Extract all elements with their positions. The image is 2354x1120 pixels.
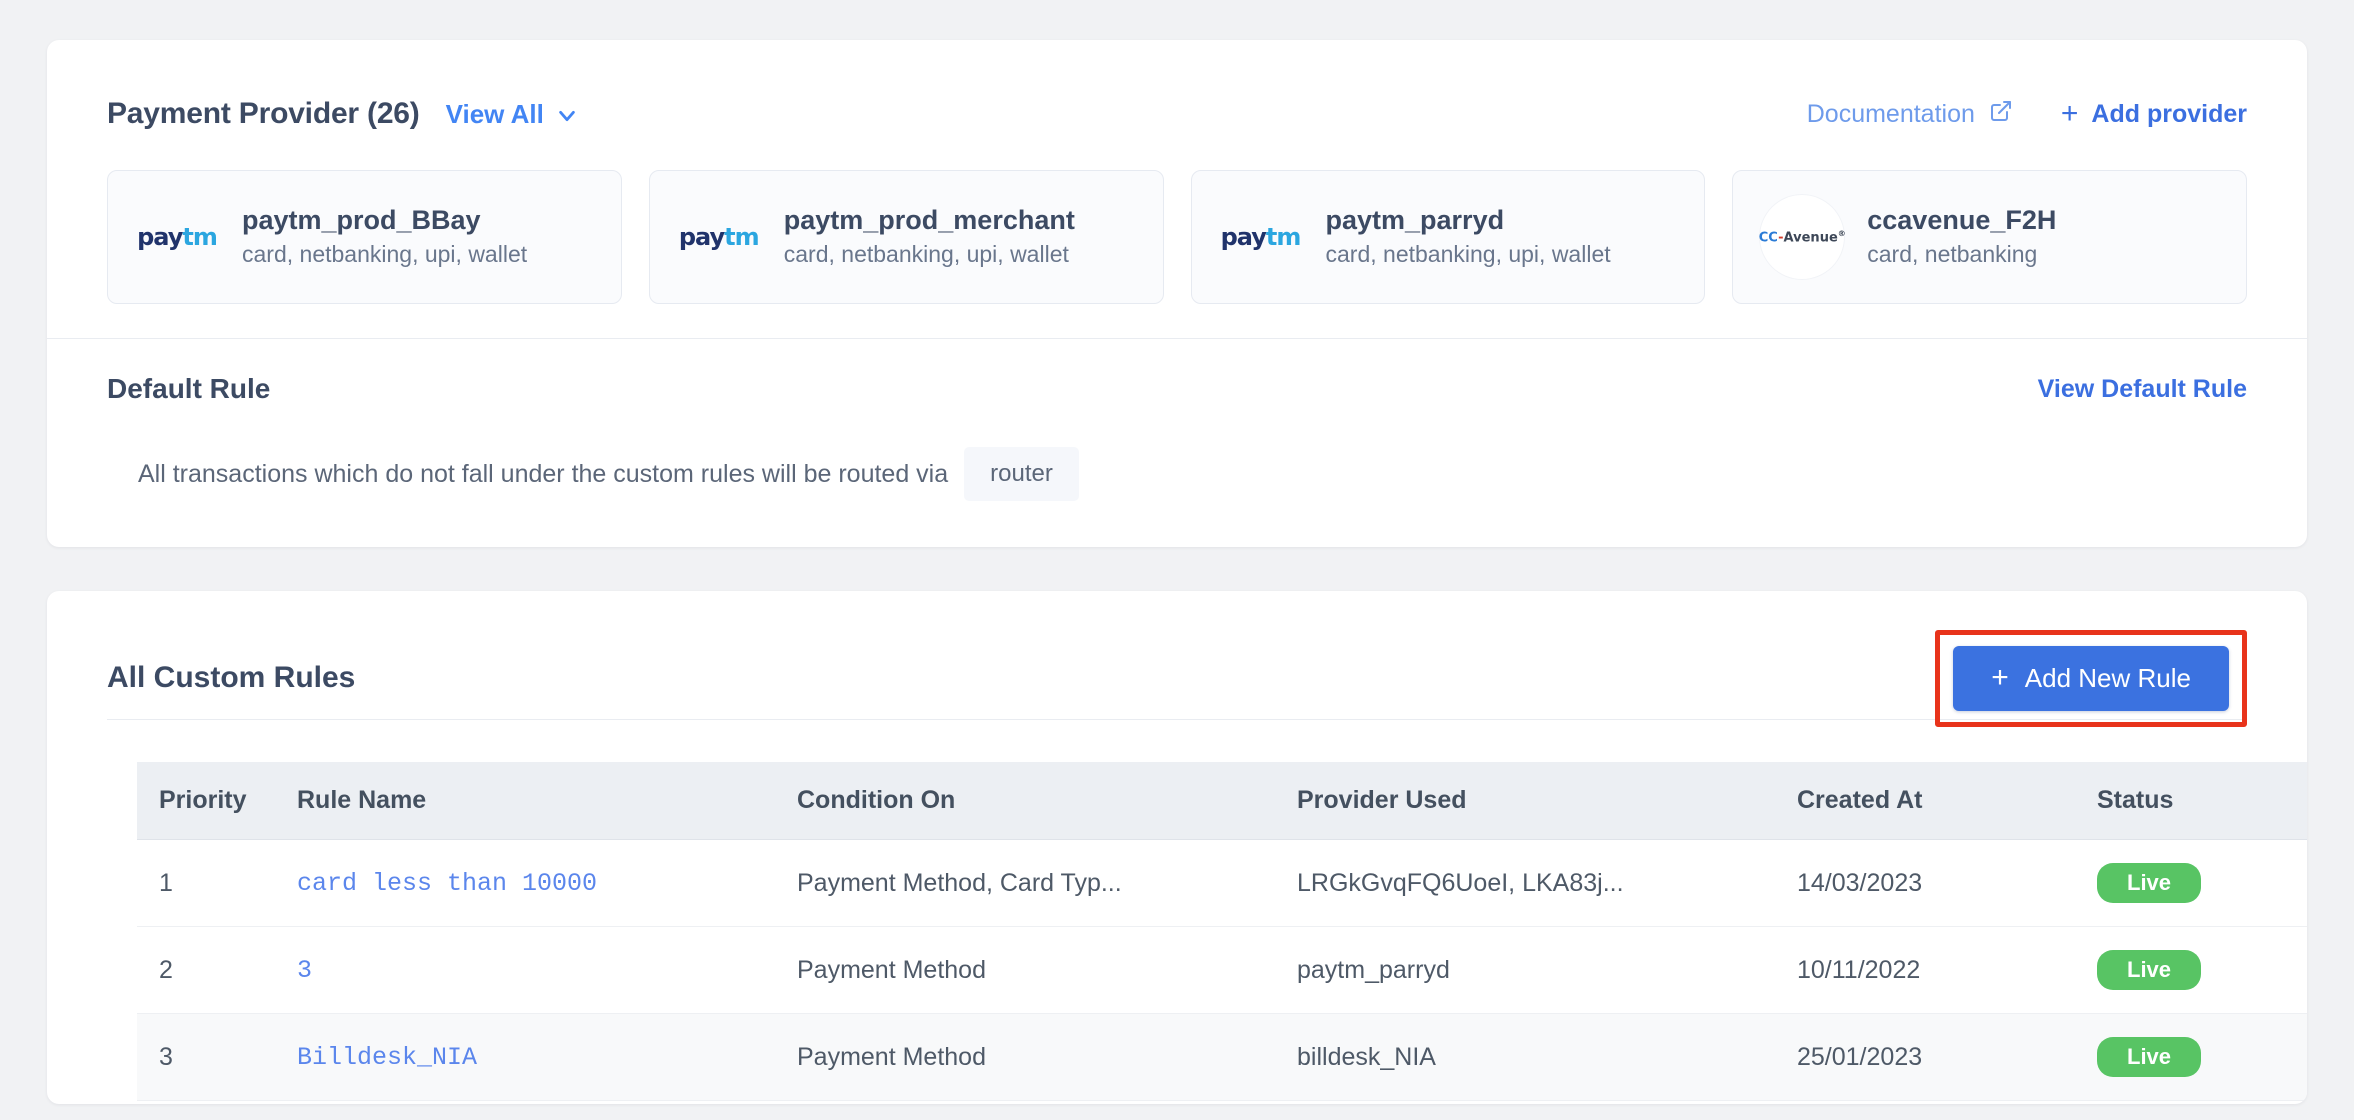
- cell-status: Live: [2097, 926, 2307, 1014]
- paytm-logo-part2: tm: [182, 223, 217, 251]
- status-badge: Live: [2097, 950, 2202, 990]
- cell-condition-on: Payment Method: [797, 926, 1297, 1014]
- add-provider-button[interactable]: + Add provider: [2061, 99, 2247, 129]
- column-header-priority: Priority: [137, 762, 297, 840]
- cell-priority: 3: [137, 1013, 297, 1101]
- paytm-logo-icon: paytm: [134, 194, 220, 280]
- cell-created-at: 14/03/2023: [1797, 839, 2097, 927]
- provider-card[interactable]: paytm paytm_prod_BBay card, netbanking, …: [107, 170, 622, 304]
- table-header-row: Priority Rule Name Condition On Provider…: [137, 762, 2307, 840]
- view-all-label: View All: [445, 98, 544, 129]
- cell-provider-used: billdesk_NIA: [1297, 1013, 1797, 1101]
- chevron-down-icon: [556, 103, 578, 125]
- paytm-logo-icon: paytm: [1218, 194, 1304, 280]
- cell-priority: 2: [137, 926, 297, 1014]
- paytm-logo-part1: pay: [678, 223, 725, 251]
- provider-card[interactable]: paytm paytm_parryd card, netbanking, upi…: [1190, 170, 1706, 304]
- add-new-rule-label: Add New Rule: [2024, 662, 2191, 693]
- ccavenue-logo-icon: CC-Avenue®: [1758, 194, 1846, 280]
- column-header-rule-name: Rule Name: [297, 762, 797, 840]
- provider-name: paytm_parryd: [1325, 205, 1505, 236]
- payment-provider-card: Payment Provider (26) View All Documenta…: [47, 40, 2307, 547]
- column-header-provider-used: Provider Used: [1297, 762, 1797, 840]
- cell-provider-used: paytm_parryd: [1297, 926, 1797, 1014]
- documentation-link[interactable]: Documentation: [1807, 99, 2013, 130]
- custom-rules-title: All Custom Rules: [107, 661, 356, 694]
- plus-icon: +: [2060, 97, 2079, 130]
- paytm-logo-part2: tm: [724, 223, 759, 251]
- custom-rules-table: Priority Rule Name Condition On Provider…: [137, 762, 2307, 1101]
- paytm-logo-part1: pay: [1220, 223, 1267, 251]
- provider-methods: card, netbanking, upi, wallet: [1325, 241, 1611, 268]
- rule-name-link[interactable]: 3: [297, 956, 312, 985]
- column-header-status: Status: [2097, 762, 2307, 840]
- default-rule-section: Default Rule View Default Rule All trans…: [47, 339, 2307, 547]
- ccavenue-logo-part1: CC: [1758, 230, 1779, 246]
- provider-card[interactable]: CC-Avenue® ccavenue_F2H card, netbanking: [1732, 170, 2247, 304]
- ccavenue-logo-part2: Avenue: [1783, 230, 1838, 246]
- status-badge: Live: [2097, 863, 2202, 903]
- cell-condition-on: Payment Method, Card Typ...: [797, 839, 1297, 927]
- column-header-created-at: Created At: [1797, 762, 2097, 840]
- rule-name-link[interactable]: card less than 10000: [297, 869, 597, 898]
- default-rule-body: All transactions which do not fall under…: [107, 447, 2247, 501]
- provider-methods: card, netbanking: [1867, 241, 2038, 268]
- cell-created-at: 10/11/2022: [1797, 926, 2097, 1014]
- documentation-label: Documentation: [1806, 99, 1975, 128]
- provider-card-text: paytm_parryd card, netbanking, upi, wall…: [1326, 204, 1611, 270]
- provider-card-list: paytm paytm_prod_BBay card, netbanking, …: [47, 148, 2307, 338]
- provider-methods: card, netbanking, upi, wallet: [783, 241, 1069, 268]
- cell-status: Live: [2097, 1013, 2307, 1101]
- page-title: Payment Provider (26): [107, 97, 420, 130]
- status-badge: Live: [2097, 1037, 2202, 1077]
- cell-priority: 1: [137, 839, 297, 927]
- table-row[interactable]: 1 card less than 10000 Payment Method, C…: [137, 839, 2307, 927]
- add-provider-label: Add provider: [2091, 99, 2247, 128]
- provider-card-text: paytm_prod_BBay card, netbanking, upi, w…: [242, 204, 527, 270]
- default-rule-description: All transactions which do not fall under…: [138, 459, 949, 488]
- cell-rule-name: 3: [297, 926, 797, 1014]
- cell-rule-name: Billdesk_NIA: [297, 1013, 797, 1101]
- page-root: Payment Provider (26) View All Documenta…: [0, 0, 2354, 1120]
- custom-rules-header: All Custom Rules + Add New Rule: [47, 591, 2307, 727]
- provider-name: paytm_prod_merchant: [783, 205, 1075, 236]
- table-body: 1 card less than 10000 Payment Method, C…: [137, 839, 2307, 1101]
- router-chip: router: [964, 447, 1079, 501]
- header-actions: Documentation + Add provider: [1807, 99, 2247, 130]
- view-all-button[interactable]: View All: [446, 99, 578, 130]
- view-default-rule-link[interactable]: View Default Rule: [2038, 375, 2247, 404]
- cell-rule-name: card less than 10000: [297, 839, 797, 927]
- cell-status: Live: [2097, 839, 2307, 927]
- external-link-icon: [1989, 99, 2013, 130]
- provider-card[interactable]: paytm paytm_prod_merchant card, netbanki…: [648, 170, 1164, 304]
- table-header: Priority Rule Name Condition On Provider…: [137, 762, 2307, 840]
- custom-rules-table-wrap: Priority Rule Name Condition On Provider…: [47, 720, 2307, 1101]
- provider-card-text: paytm_prod_merchant card, netbanking, up…: [784, 204, 1075, 270]
- add-new-rule-highlight: + Add New Rule: [1935, 629, 2247, 727]
- paytm-logo-part1: pay: [137, 223, 183, 251]
- paytm-logo-icon: paytm: [676, 194, 762, 280]
- provider-methods: card, netbanking, upi, wallet: [242, 241, 528, 268]
- plus-icon: +: [1991, 661, 2009, 694]
- provider-name: ccavenue_F2H: [1867, 205, 2057, 236]
- cell-provider-used: LRGkGvqFQ6UoeI, LKA83j...: [1297, 839, 1797, 927]
- column-header-condition-on: Condition On: [797, 762, 1297, 840]
- payment-provider-header: Payment Provider (26) View All Documenta…: [47, 40, 2307, 148]
- rule-name-link[interactable]: Billdesk_NIA: [297, 1043, 477, 1072]
- table-row[interactable]: 3 Billdesk_NIA Payment Method billdesk_N…: [137, 1013, 2307, 1101]
- paytm-logo-part2: tm: [1265, 223, 1301, 251]
- provider-name: paytm_prod_BBay: [242, 205, 481, 236]
- cell-condition-on: Payment Method: [797, 1013, 1297, 1101]
- default-rule-header: Default Rule View Default Rule: [107, 373, 2247, 405]
- add-new-rule-button[interactable]: + Add New Rule: [1953, 645, 2229, 711]
- cell-created-at: 25/01/2023: [1797, 1013, 2097, 1101]
- table-row[interactable]: 2 3 Payment Method paytm_parryd 10/11/20…: [137, 926, 2307, 1014]
- custom-rules-card: All Custom Rules + Add New Rule Priority: [47, 591, 2307, 1104]
- default-rule-title: Default Rule: [107, 373, 271, 404]
- provider-card-text: ccavenue_F2H card, netbanking: [1867, 204, 2056, 270]
